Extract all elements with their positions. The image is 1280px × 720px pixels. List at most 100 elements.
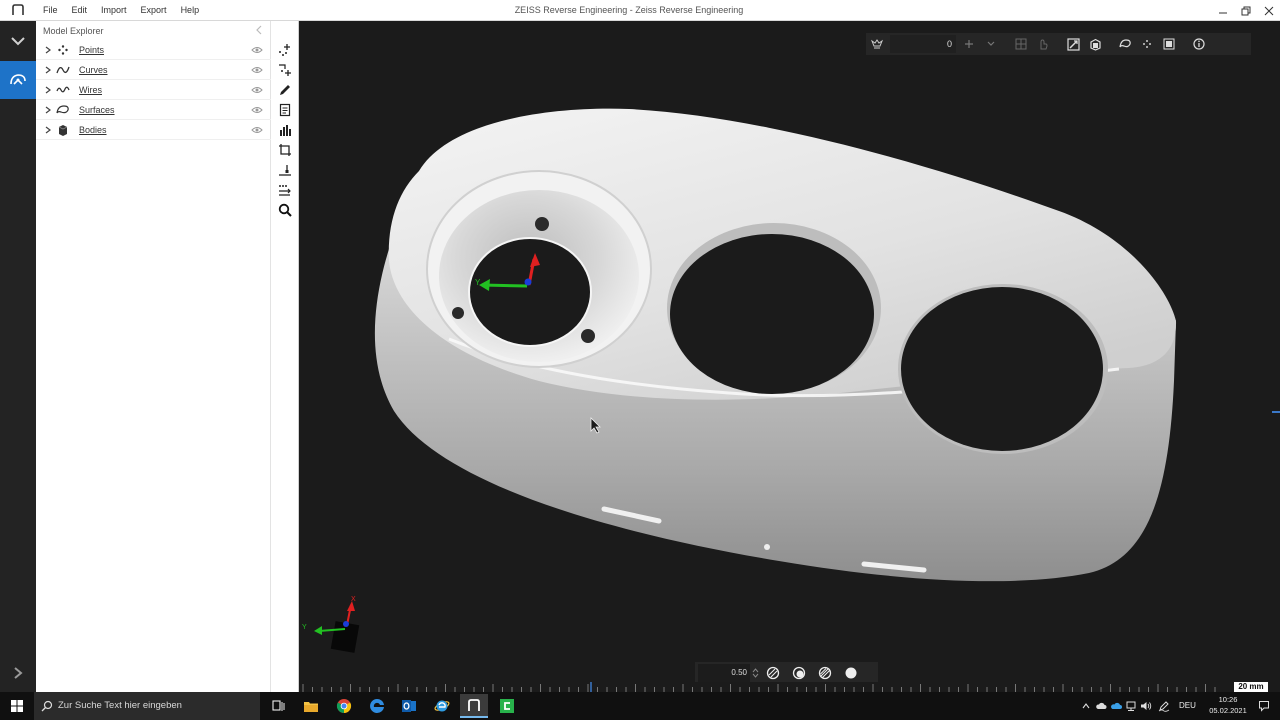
rail-collapse-button[interactable] — [0, 22, 36, 60]
view-orientation-gizmo[interactable]: Y X — [302, 596, 360, 653]
keyboard-language[interactable]: DEU — [1179, 701, 1196, 711]
edge-icon — [370, 698, 384, 713]
search-icon — [41, 700, 53, 712]
minimize-button[interactable] — [1211, 0, 1234, 21]
zeiss-app-icon — [12, 4, 24, 15]
search-button[interactable] — [276, 201, 294, 219]
task-view-icon — [272, 700, 285, 711]
report-button[interactable] — [276, 101, 294, 119]
internet-explorer-icon — [434, 700, 450, 712]
visibility-eye-icon[interactable] — [251, 125, 263, 135]
tray-volume-icon[interactable] — [1140, 700, 1152, 712]
3d-viewport[interactable]: Y Y X 0 0.50 20 mm — [299, 21, 1280, 692]
start-button[interactable] — [0, 692, 34, 720]
green-app-icon — [500, 699, 514, 713]
solid-render-button[interactable] — [1158, 33, 1180, 55]
expand-arrow-icon[interactable] — [44, 105, 52, 115]
windows-logo-icon — [11, 700, 23, 712]
opacity-input[interactable]: 0.50 — [698, 664, 750, 682]
edit-points-icon — [279, 64, 291, 76]
taskbar-outlook[interactable] — [395, 694, 423, 718]
viewport-value-input[interactable]: 0 — [890, 35, 956, 53]
increase-button[interactable] — [958, 33, 980, 55]
grid-icon — [1015, 38, 1027, 50]
tree-item-bodies[interactable]: Bodies — [36, 120, 271, 140]
left-rail — [0, 21, 36, 692]
taskbar-green-app[interactable] — [493, 694, 521, 718]
tray-onedrive-icon[interactable] — [1110, 700, 1122, 712]
align-button[interactable] — [276, 161, 294, 179]
add-points-button[interactable] — [276, 41, 294, 59]
menu-file[interactable]: File — [36, 0, 65, 21]
opacity-spinner[interactable] — [750, 664, 760, 682]
crown-view-button[interactable] — [866, 33, 888, 55]
dropdown-button[interactable] — [980, 33, 1002, 55]
align-icon — [279, 165, 291, 176]
tray-network-icon[interactable] — [1125, 700, 1137, 712]
clock-date[interactable]: 05.02.2021 — [1206, 706, 1250, 716]
visibility-eye-icon[interactable] — [251, 65, 263, 75]
expand-arrow-icon[interactable] — [44, 45, 52, 55]
collapse-panel-icon[interactable] — [254, 24, 264, 36]
expand-arrow-icon[interactable] — [44, 125, 52, 135]
tree-item-label: Wires — [79, 85, 102, 95]
surface-render-button[interactable] — [1114, 33, 1136, 55]
grid-view-button[interactable] — [1010, 33, 1032, 55]
close-button[interactable] — [1257, 0, 1280, 21]
rail-reverse-engineering-button[interactable] — [0, 61, 36, 99]
tray-cloud-icon[interactable] — [1095, 700, 1107, 712]
notifications-button[interactable] — [1258, 700, 1270, 712]
expand-arrow-icon[interactable] — [44, 85, 52, 95]
taskbar-file-explorer[interactable] — [297, 694, 325, 718]
fit-view-button[interactable] — [1062, 33, 1084, 55]
plus-icon — [965, 40, 973, 48]
pen-button[interactable] — [276, 81, 294, 99]
edit-points-button[interactable] — [276, 61, 294, 79]
solid-shading-button[interactable] — [838, 662, 864, 684]
info-button[interactable] — [1188, 33, 1210, 55]
gizmo-y-label: Y — [302, 624, 307, 631]
notification-icon — [1259, 701, 1269, 712]
menu-import[interactable]: Import — [94, 0, 134, 21]
tree-item-surfaces[interactable]: Surfaces — [36, 100, 271, 120]
chevron-right-icon — [14, 667, 23, 679]
tree-item-curves[interactable]: Curves — [36, 60, 271, 80]
crop-button[interactable] — [276, 141, 294, 159]
wireframe-shading-button[interactable] — [760, 662, 786, 684]
visibility-eye-icon[interactable] — [251, 85, 263, 95]
points-icon — [1143, 40, 1151, 48]
tray-show-hidden[interactable] — [1080, 700, 1092, 712]
rail-expand-button[interactable] — [0, 654, 36, 692]
restore-button[interactable] — [1234, 0, 1257, 21]
menu-help[interactable]: Help — [174, 0, 207, 21]
hatched-shading-button[interactable] — [812, 662, 838, 684]
taskbar-chrome[interactable] — [330, 694, 358, 718]
tray-pen-icon[interactable] — [1158, 700, 1170, 712]
visibility-eye-icon[interactable] — [251, 45, 263, 55]
clock-time[interactable]: 10:26 — [1209, 695, 1247, 705]
touch-mode-button[interactable] — [1032, 33, 1054, 55]
visibility-eye-icon[interactable] — [251, 105, 263, 115]
menu-export[interactable]: Export — [134, 0, 174, 21]
tree-item-wires[interactable]: Wires — [36, 80, 271, 100]
transform-button[interactable] — [276, 181, 294, 199]
transparent-shading-button[interactable] — [786, 662, 812, 684]
taskbar-internet-explorer[interactable] — [428, 694, 456, 718]
taskbar-edge[interactable] — [363, 694, 391, 718]
taskbar-zeiss-reverse-engineering[interactable] — [460, 694, 488, 718]
menu-edit[interactable]: Edit — [65, 0, 95, 21]
taskbar-search-box[interactable]: Zur Suche Text hier eingeben — [34, 692, 260, 720]
tree-item-points[interactable]: Points — [36, 40, 271, 60]
expand-arrow-icon[interactable] — [44, 65, 52, 75]
bar-chart-button[interactable] — [276, 121, 294, 139]
model-explorer-title: Model Explorer — [43, 26, 104, 36]
solid-box-icon — [1163, 38, 1175, 50]
report-icon — [279, 103, 291, 117]
solid-shading-icon — [845, 667, 857, 679]
gizmo-x-label: X — [351, 596, 356, 603]
points-render-button[interactable] — [1136, 33, 1158, 55]
task-view-button[interactable] — [264, 694, 292, 718]
close-icon — [1264, 6, 1273, 15]
standard-view-button[interactable] — [1084, 33, 1106, 55]
taskbar: Zur Suche Text hier eingeben DEU 10:26 0… — [0, 692, 1280, 720]
